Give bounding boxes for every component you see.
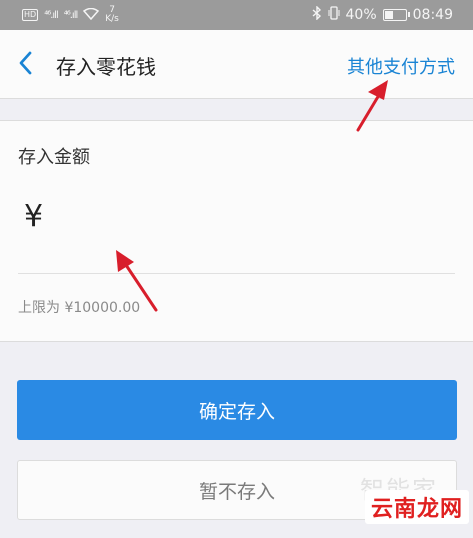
clock: 08:49	[412, 7, 453, 23]
nav-bar: 存入零花钱 其他支付方式	[0, 30, 473, 99]
deposit-card: 存入金额 ¥ 上限为 ¥10000.00	[0, 120, 473, 342]
signal-icon-2: ⁴⁶.ıll	[63, 9, 78, 21]
hd-badge: HD	[22, 9, 39, 21]
status-right: 40% 08:49	[312, 5, 453, 24]
limit-text: 上限为 ¥10000.00	[18, 300, 141, 316]
confirm-deposit-button[interactable]: 确定存入	[17, 380, 457, 440]
amount-label: 存入金额	[18, 147, 90, 168]
battery-icon	[382, 9, 410, 21]
wifi-icon	[83, 7, 100, 23]
amount-input[interactable]	[60, 203, 444, 237]
other-payment-link[interactable]: 其他支付方式	[347, 53, 455, 79]
network-speed: 7 K/s	[105, 5, 119, 24]
watermark-logo: 云南龙网	[364, 490, 469, 524]
bluetooth-icon	[312, 5, 322, 24]
status-bar: HD ⁴⁶.ıll ⁴⁶.ıll 7 K/s 40% 08:49	[0, 0, 473, 30]
back-arrow-icon[interactable]	[14, 48, 38, 78]
input-divider	[18, 273, 455, 274]
page-title: 存入零花钱	[56, 55, 156, 79]
status-left: HD ⁴⁶.ıll ⁴⁶.ıll 7 K/s	[22, 6, 119, 24]
currency-symbol: ¥	[24, 199, 44, 234]
signal-icon: ⁴⁶.ıll	[44, 9, 58, 21]
vibrate-icon	[328, 6, 340, 24]
battery-percent: 40%	[345, 7, 377, 23]
